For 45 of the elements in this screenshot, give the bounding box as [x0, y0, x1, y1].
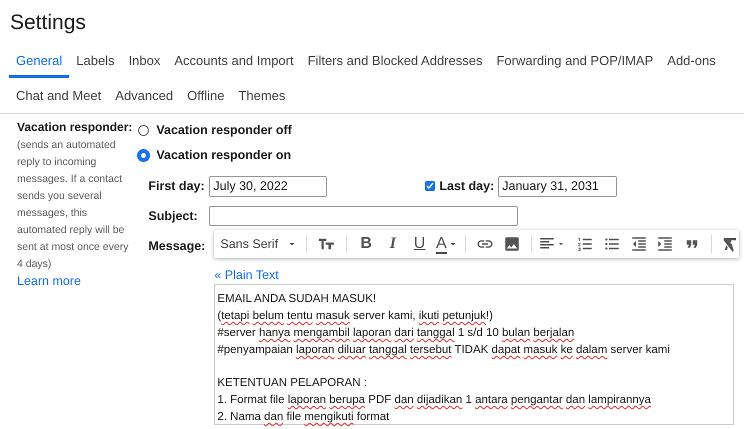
settings-tab[interactable]: General	[9, 43, 70, 78]
message-line: #penyampaian laporan diluar tanggal tersebut TIDAK dapat masuk ke dalam server kami	[217, 343, 670, 358]
settings-tab[interactable]: Offline	[180, 78, 232, 113]
settings-tab[interactable]: Inbox	[122, 43, 168, 78]
settings-tab[interactable]: Forwarding and POP/IMAP	[489, 43, 660, 78]
settings-tab[interactable]: Advanced	[108, 78, 180, 113]
field-label: First day:	[148, 178, 206, 195]
settings-tab[interactable]: Filters and Blocked Addresses	[300, 43, 490, 78]
field-label: Subject:	[148, 208, 199, 225]
subject-field[interactable]	[209, 206, 518, 226]
message-line: 1. Format file laporan berupa PDF dan dijadikan 1 antara pengantar dan lampirannya	[217, 393, 651, 408]
indent-less-icon[interactable]	[630, 235, 648, 253]
settings-tab[interactable]: Accounts and Import	[167, 43, 301, 78]
radio-button[interactable]	[138, 125, 150, 136]
settings-tab[interactable]: Labels	[69, 43, 122, 78]
text-color-button[interactable]: A	[436, 234, 459, 254]
settings-tab[interactable]: Chat and Meet	[9, 78, 108, 113]
radio-label: Vacation responder on	[156, 147, 292, 164]
underline-button[interactable]: U	[406, 232, 433, 256]
message-line: (tetapi belum tentu masuk server kami, ikuti petunjuk!)	[217, 309, 493, 324]
indent-more-icon[interactable]	[656, 235, 674, 253]
message-line: 2. Nama dan file mengikuti format	[217, 410, 390, 425]
message-line: #server hanya mengambil laporan dari tanggal 1 s/d 10 bulan berjalan	[217, 326, 574, 341]
date-field[interactable]: January 31, 2031	[498, 176, 618, 196]
settings-tab[interactable]: Add-ons	[660, 43, 723, 78]
message-editor[interactable]	[214, 284, 734, 425]
message-line: KETENTUAN PELAPORAN :	[217, 376, 367, 391]
radio-label: Vacation responder off	[156, 122, 292, 140]
numbered-list-icon[interactable]	[576, 235, 594, 253]
message-line: EMAIL ANDA SUDAH MASUK!	[217, 292, 376, 307]
learn-more-link[interactable]: Learn more	[17, 273, 81, 290]
image-icon[interactable]	[502, 235, 521, 253]
radio-button[interactable]	[138, 150, 150, 161]
field-label: Last day:	[439, 178, 494, 195]
section-heading: Vacation responder:	[17, 119, 132, 136]
field-label: Message:	[148, 238, 206, 255]
plain-text-link[interactable]: « Plain Text	[214, 267, 279, 283]
section-description: (sends an automated reply to incoming messages. If a contact sends you several messages, this automated reply will be sent at most once every 4 days)	[17, 138, 130, 272]
date-field[interactable]: July 30, 2022	[209, 176, 328, 196]
bold-button[interactable]: B	[352, 232, 380, 256]
checkbox[interactable]	[425, 181, 436, 191]
settings-tab[interactable]: Themes	[231, 78, 292, 113]
page-title: Settings	[9, 10, 86, 36]
font-menu[interactable]: Sans Serif	[220, 232, 300, 256]
italic-button[interactable]: I	[379, 232, 406, 256]
